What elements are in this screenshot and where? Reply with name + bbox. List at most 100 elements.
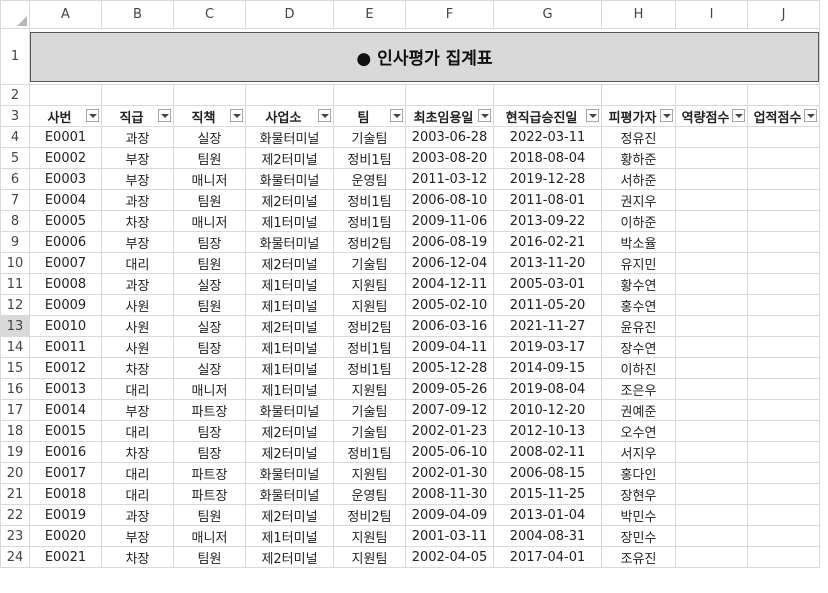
cell[interactable]: 실장 bbox=[173, 357, 246, 379]
cell[interactable]: 제2터미널 bbox=[245, 420, 334, 442]
cell[interactable]: 2003-06-28 bbox=[405, 126, 494, 148]
row-header[interactable]: 21 bbox=[0, 483, 30, 505]
cell[interactable]: 대리 bbox=[101, 378, 174, 400]
cell[interactable]: 홍다인 bbox=[601, 462, 676, 484]
cell[interactable]: 부장 bbox=[101, 525, 174, 547]
cell[interactable]: 화물터미널 bbox=[245, 231, 334, 253]
cell[interactable]: E0002 bbox=[29, 147, 102, 169]
cell[interactable]: 대리 bbox=[101, 462, 174, 484]
cell[interactable]: 정비2팀 bbox=[333, 315, 406, 337]
row-header[interactable]: 23 bbox=[0, 525, 30, 547]
cell[interactable]: 사원 bbox=[101, 294, 174, 316]
row-header[interactable]: 13 bbox=[0, 315, 30, 337]
cell[interactable] bbox=[675, 357, 748, 379]
cell[interactable]: E0013 bbox=[29, 378, 102, 400]
cell[interactable] bbox=[747, 378, 820, 400]
cell[interactable]: 팀장 bbox=[173, 420, 246, 442]
cell[interactable]: 과장 bbox=[101, 504, 174, 526]
cell[interactable]: 2010-12-20 bbox=[493, 399, 602, 421]
cell[interactable]: 조유진 bbox=[601, 546, 676, 568]
cell[interactable]: 제1터미널 bbox=[245, 273, 334, 295]
cell[interactable] bbox=[747, 462, 820, 484]
cell[interactable]: 2018-08-04 bbox=[493, 147, 602, 169]
table-header-cell[interactable]: 사번 bbox=[29, 105, 102, 127]
column-header[interactable]: D bbox=[245, 0, 334, 29]
cell[interactable]: 박소율 bbox=[601, 231, 676, 253]
cell[interactable] bbox=[747, 252, 820, 274]
column-header[interactable]: B bbox=[101, 0, 174, 29]
row-header[interactable]: 4 bbox=[0, 126, 30, 148]
cell[interactable] bbox=[747, 357, 820, 379]
row-header[interactable]: 8 bbox=[0, 210, 30, 232]
cell[interactable]: 2005-02-10 bbox=[405, 294, 494, 316]
cell[interactable]: 2002-01-23 bbox=[405, 420, 494, 442]
cell[interactable]: 박민수 bbox=[601, 504, 676, 526]
cell[interactable]: 장수연 bbox=[601, 336, 676, 358]
cell[interactable] bbox=[333, 84, 406, 106]
cell[interactable]: 제2터미널 bbox=[245, 441, 334, 463]
cell[interactable]: 2005-12-28 bbox=[405, 357, 494, 379]
table-header-cell[interactable]: 사업소 bbox=[245, 105, 334, 127]
cell[interactable] bbox=[245, 84, 334, 106]
cell[interactable]: 부장 bbox=[101, 231, 174, 253]
cell[interactable] bbox=[747, 189, 820, 211]
column-header[interactable]: E bbox=[333, 0, 406, 29]
cell[interactable]: 2004-12-11 bbox=[405, 273, 494, 295]
cell[interactable]: 지원팀 bbox=[333, 525, 406, 547]
cell[interactable] bbox=[675, 483, 748, 505]
cell[interactable]: 제1터미널 bbox=[245, 294, 334, 316]
cell[interactable] bbox=[101, 84, 174, 106]
cell[interactable]: 지원팀 bbox=[333, 273, 406, 295]
cell[interactable] bbox=[675, 504, 748, 526]
row-header[interactable]: 1 bbox=[0, 28, 30, 85]
cell[interactable]: 정비1팀 bbox=[333, 189, 406, 211]
cell[interactable]: 정비1팀 bbox=[333, 441, 406, 463]
cell[interactable] bbox=[675, 147, 748, 169]
select-all-corner[interactable] bbox=[0, 0, 30, 29]
cell[interactable]: E0014 bbox=[29, 399, 102, 421]
filter-dropdown-icon[interactable] bbox=[318, 109, 331, 122]
cell[interactable]: 정비1팀 bbox=[333, 210, 406, 232]
cell[interactable] bbox=[747, 546, 820, 568]
cell[interactable]: 팀장 bbox=[173, 336, 246, 358]
table-header-cell[interactable]: 현직급승진일 bbox=[493, 105, 602, 127]
cell[interactable]: E0012 bbox=[29, 357, 102, 379]
cell[interactable] bbox=[747, 399, 820, 421]
cell[interactable]: 제2터미널 bbox=[245, 315, 334, 337]
cell[interactable] bbox=[747, 147, 820, 169]
cell[interactable] bbox=[747, 84, 820, 106]
cell[interactable]: 2012-10-13 bbox=[493, 420, 602, 442]
cell[interactable]: 실장 bbox=[173, 126, 246, 148]
cell[interactable] bbox=[675, 210, 748, 232]
cell[interactable]: 정비1팀 bbox=[333, 147, 406, 169]
row-header[interactable]: 2 bbox=[0, 84, 30, 106]
cell[interactable] bbox=[675, 231, 748, 253]
title-merged-cell[interactable]: ● 인사평가 집계표 bbox=[29, 28, 820, 85]
cell[interactable]: 2005-06-10 bbox=[405, 441, 494, 463]
cell[interactable] bbox=[29, 84, 102, 106]
cell[interactable]: 차장 bbox=[101, 210, 174, 232]
cell[interactable]: 홍수연 bbox=[601, 294, 676, 316]
filter-dropdown-icon[interactable] bbox=[660, 109, 673, 122]
cell[interactable]: 황수연 bbox=[601, 273, 676, 295]
column-header[interactable]: A bbox=[29, 0, 102, 29]
row-header[interactable]: 11 bbox=[0, 273, 30, 295]
cell[interactable]: 화물터미널 bbox=[245, 168, 334, 190]
cell[interactable] bbox=[675, 294, 748, 316]
cell[interactable] bbox=[675, 441, 748, 463]
filter-dropdown-icon[interactable] bbox=[158, 109, 171, 122]
cell[interactable]: 2019-12-28 bbox=[493, 168, 602, 190]
cell[interactable]: 2008-11-30 bbox=[405, 483, 494, 505]
cell[interactable] bbox=[747, 483, 820, 505]
cell[interactable]: 윤유진 bbox=[601, 315, 676, 337]
cell[interactable]: 2016-02-21 bbox=[493, 231, 602, 253]
cell[interactable]: 2014-09-15 bbox=[493, 357, 602, 379]
table-header-cell[interactable]: 피평가자 bbox=[601, 105, 676, 127]
cell[interactable]: 2006-08-10 bbox=[405, 189, 494, 211]
cell[interactable]: 제2터미널 bbox=[245, 189, 334, 211]
cell[interactable] bbox=[675, 168, 748, 190]
cell[interactable]: 2002-04-05 bbox=[405, 546, 494, 568]
cell[interactable]: 서하준 bbox=[601, 168, 676, 190]
cell[interactable]: 매니저 bbox=[173, 168, 246, 190]
cell[interactable] bbox=[675, 378, 748, 400]
